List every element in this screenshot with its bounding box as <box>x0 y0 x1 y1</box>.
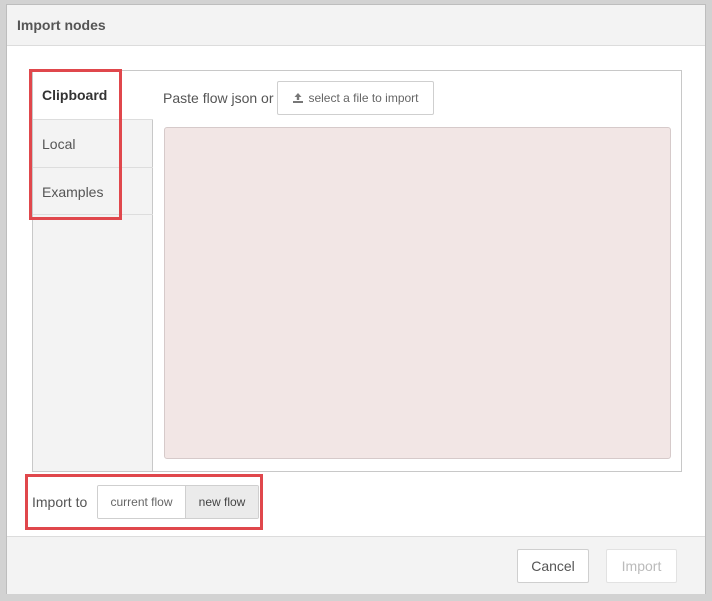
cancel-button[interactable]: Cancel <box>517 549 589 583</box>
import-nodes-dialog: Import nodes Clipboard Local Examples Pa… <box>6 4 706 594</box>
tab-local[interactable]: Local <box>33 119 153 167</box>
dialog-footer: Cancel Import <box>7 536 705 594</box>
tab-examples[interactable]: Examples <box>33 167 153 215</box>
tab-label: Examples <box>42 184 104 200</box>
upload-icon <box>292 92 304 104</box>
dialog-header: Import nodes <box>7 5 705 46</box>
tab-clipboard[interactable]: Clipboard <box>33 71 154 119</box>
tab-label: Clipboard <box>42 87 108 103</box>
import-target-toggle: current flow new flow <box>97 485 259 519</box>
import-source-tabs: Clipboard Local Examples <box>33 71 154 471</box>
dialog-title: Import nodes <box>17 17 106 33</box>
new-flow-button[interactable]: new flow <box>186 486 258 518</box>
import-button[interactable]: Import <box>606 549 677 583</box>
tab-label: Local <box>42 136 76 152</box>
select-file-label: select a file to import <box>308 91 419 105</box>
current-flow-button[interactable]: current flow <box>98 486 186 518</box>
select-file-button[interactable]: select a file to import <box>277 81 434 115</box>
import-to-label: Import to <box>32 494 88 510</box>
paste-flow-label: Paste flow json or <box>163 90 274 106</box>
flow-json-textarea[interactable] <box>164 127 671 459</box>
import-panel: Clipboard Local Examples Paste flow json… <box>32 70 682 472</box>
